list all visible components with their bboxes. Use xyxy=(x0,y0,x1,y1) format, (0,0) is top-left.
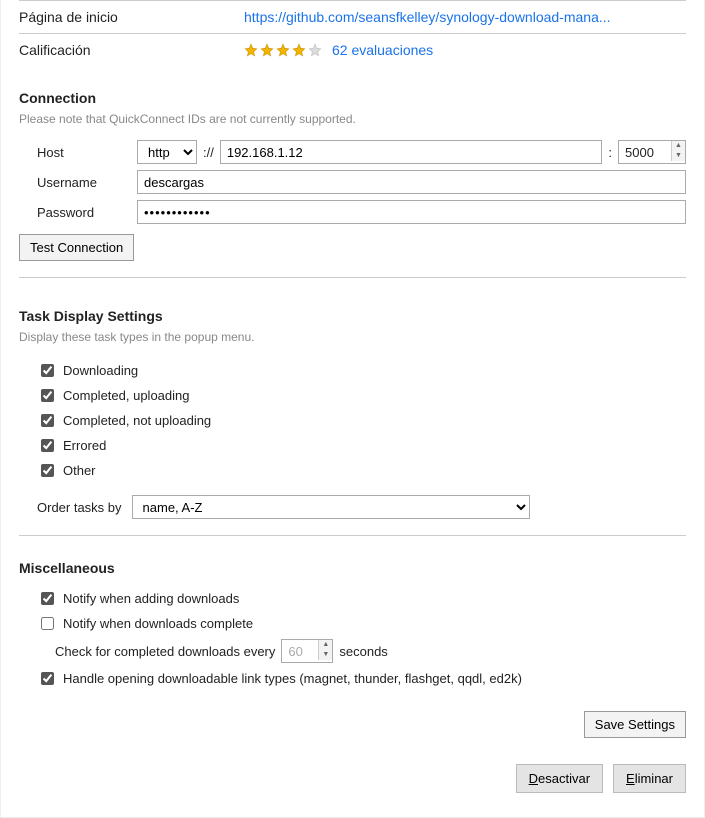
check-completed-uploading-label: Completed, uploading xyxy=(63,388,189,403)
host-input[interactable] xyxy=(220,140,603,164)
footer-buttons: Desactivar Eliminar xyxy=(19,738,686,799)
rating-stars xyxy=(244,43,322,57)
check-errored-label: Errored xyxy=(63,438,106,453)
check-notify-complete[interactable]: Notify when downloads complete xyxy=(37,611,686,636)
star-icon xyxy=(276,43,290,57)
task-display-section: Task Display Settings Display these task… xyxy=(19,284,686,536)
check-downloading[interactable]: Downloading xyxy=(37,358,686,383)
star-icon xyxy=(244,43,258,57)
star-icon xyxy=(260,43,274,57)
connection-desc: Please note that QuickConnect IDs are no… xyxy=(19,112,686,126)
password-label: Password xyxy=(37,205,137,220)
misc-section: Miscellaneous Notify when adding downloa… xyxy=(19,536,686,738)
remove-button[interactable]: Eliminar xyxy=(613,764,686,793)
check-downloading-input[interactable] xyxy=(41,364,54,377)
order-label: Order tasks by xyxy=(19,500,122,515)
task-display-title: Task Display Settings xyxy=(19,308,686,324)
save-settings-button[interactable]: Save Settings xyxy=(584,711,686,738)
interval-suffix: seconds xyxy=(339,644,387,659)
homepage-row: Página de inicio https://github.com/sean… xyxy=(19,0,686,34)
check-handle-links-label: Handle opening downloadable link types (… xyxy=(63,671,522,686)
check-errored[interactable]: Errored xyxy=(37,433,686,458)
check-handle-links-input[interactable] xyxy=(41,672,54,685)
check-notify-adding[interactable]: Notify when adding downloads xyxy=(37,586,686,611)
rating-label: Calificación xyxy=(19,42,244,58)
port-step-up[interactable]: ▲ xyxy=(671,141,685,151)
host-label: Host xyxy=(37,145,137,160)
password-row: Password xyxy=(37,200,686,224)
rating-row: Calificación 62 evaluaciones xyxy=(19,34,686,66)
interval-row: Check for completed downloads every ▲ ▼ … xyxy=(37,636,686,666)
port-separator: : xyxy=(602,145,618,160)
deactivate-button[interactable]: Desactivar xyxy=(516,764,603,793)
order-select[interactable]: name, A-Z xyxy=(132,495,530,519)
check-notify-complete-label: Notify when downloads complete xyxy=(63,616,253,631)
username-input[interactable] xyxy=(137,170,686,194)
homepage-link[interactable]: https://github.com/seansfkelley/synology… xyxy=(244,9,611,25)
check-notify-adding-input[interactable] xyxy=(41,592,54,605)
interval-step-up: ▲ xyxy=(318,640,332,650)
check-downloading-label: Downloading xyxy=(63,363,138,378)
check-other[interactable]: Other xyxy=(37,458,686,483)
check-completed-uploading[interactable]: Completed, uploading xyxy=(37,383,686,408)
connection-section: Connection Please note that QuickConnect… xyxy=(19,66,686,278)
check-completed-not-uploading-input[interactable] xyxy=(41,414,54,427)
interval-step-down: ▼ xyxy=(318,650,332,660)
check-handle-links[interactable]: Handle opening downloadable link types (… xyxy=(37,666,686,691)
host-row: Host http :// : ▲ ▼ xyxy=(37,140,686,164)
protocol-separator: :// xyxy=(197,145,220,160)
check-errored-input[interactable] xyxy=(41,439,54,452)
interval-prefix: Check for completed downloads every xyxy=(55,644,275,659)
test-connection-button[interactable]: Test Connection xyxy=(19,234,134,261)
check-completed-not-uploading-label: Completed, not uploading xyxy=(63,413,211,428)
star-icon xyxy=(292,43,306,57)
check-notify-complete-input[interactable] xyxy=(41,617,54,630)
task-display-desc: Display these task types in the popup me… xyxy=(19,330,686,344)
rating-count-link[interactable]: 62 evaluaciones xyxy=(332,42,433,58)
check-completed-uploading-input[interactable] xyxy=(41,389,54,402)
port-step-down[interactable]: ▼ xyxy=(671,151,685,161)
check-completed-not-uploading[interactable]: Completed, not uploading xyxy=(37,408,686,433)
check-other-input[interactable] xyxy=(41,464,54,477)
username-row: Username xyxy=(37,170,686,194)
check-notify-adding-label: Notify when adding downloads xyxy=(63,591,239,606)
check-other-label: Other xyxy=(63,463,96,478)
misc-title: Miscellaneous xyxy=(19,560,686,576)
star-empty-icon xyxy=(308,43,322,57)
connection-title: Connection xyxy=(19,90,686,106)
username-label: Username xyxy=(37,175,137,190)
password-input[interactable] xyxy=(137,200,686,224)
homepage-label: Página de inicio xyxy=(19,9,244,25)
protocol-select[interactable]: http xyxy=(137,140,197,164)
